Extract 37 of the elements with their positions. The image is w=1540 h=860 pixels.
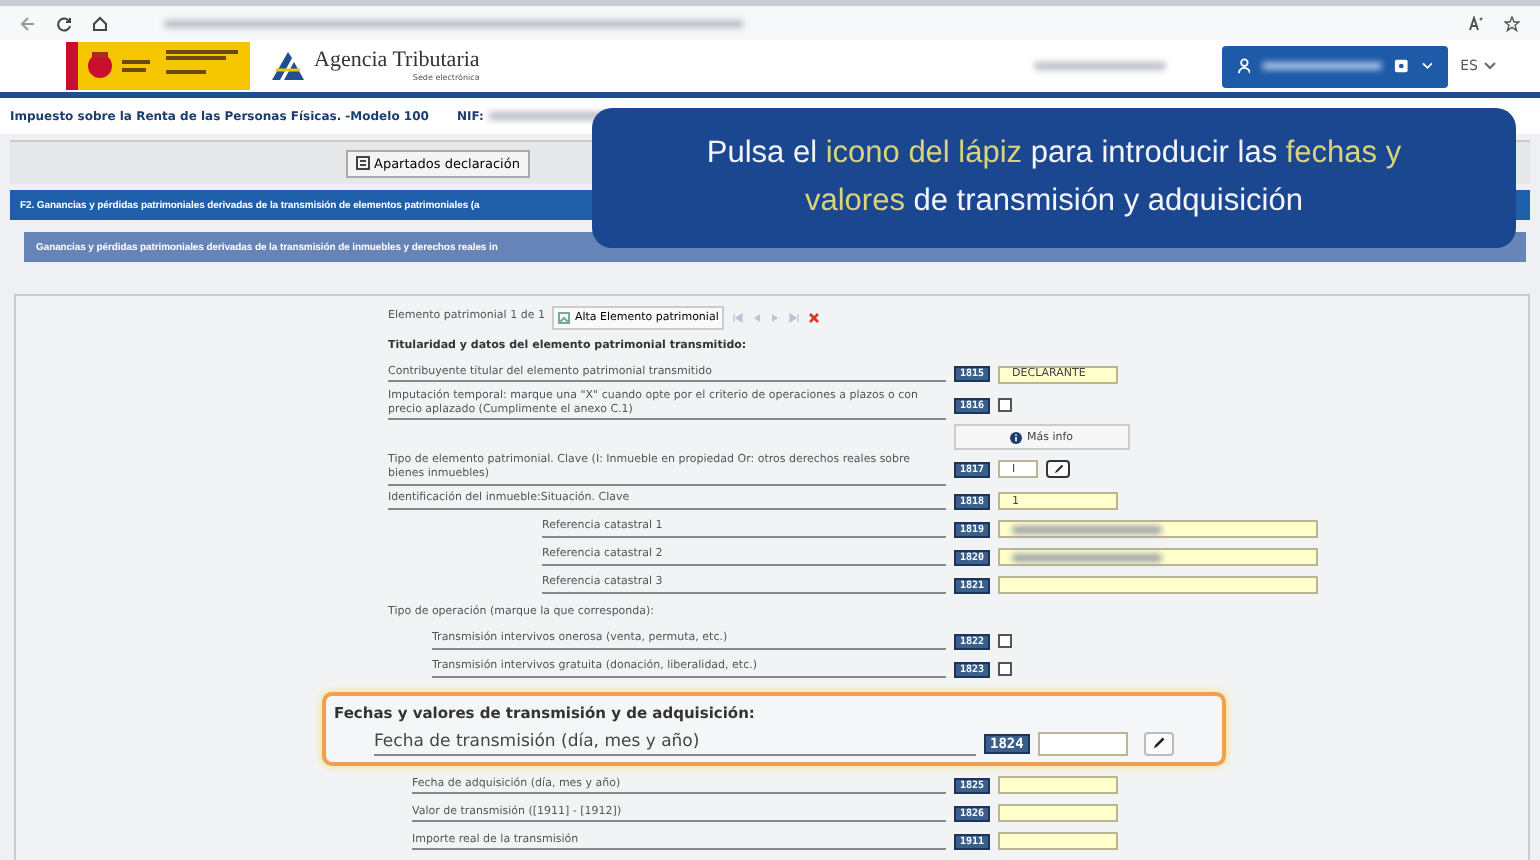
read-aloud-icon	[1468, 15, 1484, 31]
checkbox[interactable]	[998, 398, 1013, 413]
edit-button[interactable]	[1143, 731, 1174, 756]
input-field[interactable]	[998, 548, 1319, 567]
reload-icon	[56, 15, 72, 31]
user-icon	[1238, 58, 1251, 74]
input-field[interactable]	[998, 832, 1119, 851]
home-icon	[92, 15, 108, 31]
checkbox[interactable]	[998, 634, 1013, 649]
input-field[interactable]	[998, 776, 1119, 795]
image-icon	[558, 312, 571, 324]
info-icon	[1010, 431, 1023, 444]
chevron-down-icon	[1484, 62, 1496, 70]
user-button[interactable]	[1222, 45, 1449, 87]
agency-logo	[270, 50, 306, 82]
pencil-icon	[1149, 734, 1168, 753]
input-field[interactable]	[998, 804, 1119, 823]
agency-name: Agencia Tributaria	[314, 50, 480, 72]
next-icon	[770, 312, 781, 324]
chevron-down-icon	[1421, 62, 1433, 70]
list-icon	[356, 156, 370, 170]
wallet-icon	[1394, 58, 1410, 74]
redacted-text	[1034, 62, 1167, 70]
input-field[interactable]	[998, 520, 1319, 539]
input-field[interactable]	[1037, 731, 1128, 756]
instruction-text: Pulsa el icono del lápiz para introducir las fechas y valores de transmisión y adquisición	[706, 133, 1402, 222]
input-field[interactable]	[998, 576, 1319, 595]
last-page-icon	[788, 312, 801, 324]
delete-icon	[808, 312, 821, 324]
checkbox[interactable]	[998, 662, 1013, 677]
previous-icon	[752, 312, 763, 324]
field-label: Fecha de transmisión (día, mes y año)	[374, 731, 976, 756]
first-page-icon	[732, 312, 745, 324]
pencil-icon	[1051, 462, 1066, 477]
star-icon	[1504, 15, 1520, 31]
edit-button[interactable]	[1046, 460, 1071, 479]
back-icon	[20, 15, 36, 31]
